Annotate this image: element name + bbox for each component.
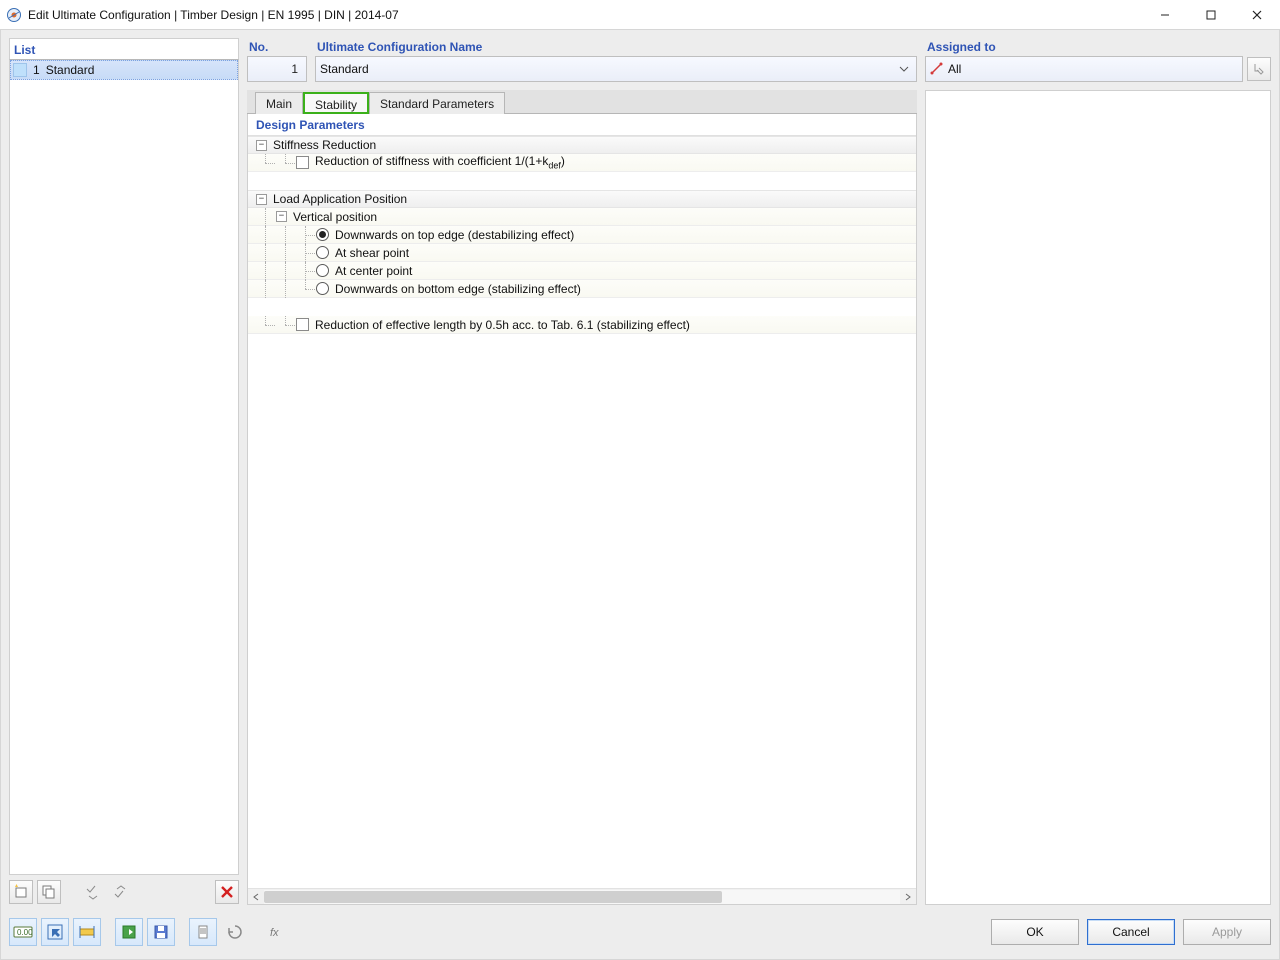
list-item[interactable]: 1 Standard: [10, 60, 238, 80]
scroll-right-icon[interactable]: [900, 889, 916, 905]
checkbox-reduce-length[interactable]: [296, 318, 309, 331]
assigned-icon: [930, 62, 944, 76]
reduce-length-checkbox-row[interactable]: Reduction of effective length by 0.5h ac…: [248, 316, 916, 334]
config-name-value: Standard: [320, 62, 369, 76]
maximize-button[interactable]: [1188, 0, 1234, 30]
no-label: No.: [247, 38, 307, 56]
reset-button[interactable]: [221, 918, 249, 946]
chevron-down-icon: [896, 61, 912, 77]
radio-row-top-edge[interactable]: Downwards on top edge (destabilizing eff…: [248, 226, 916, 244]
list-item-name: Standard: [46, 63, 95, 77]
collapse-icon[interactable]: −: [276, 211, 287, 222]
formula-button[interactable]: fx: [263, 918, 291, 946]
tab-main[interactable]: Main: [255, 92, 303, 114]
report-button[interactable]: [189, 918, 217, 946]
minimize-button[interactable]: [1142, 0, 1188, 30]
radio-row-center-point[interactable]: At center point: [248, 262, 916, 280]
tab-standard-parameters[interactable]: Standard Parameters: [369, 92, 505, 114]
window-title: Edit Ultimate Configuration | Timber Des…: [28, 8, 399, 22]
no-field[interactable]: 1: [247, 56, 307, 82]
apply-button[interactable]: Apply: [1183, 919, 1271, 945]
radio-row-bottom-edge[interactable]: Downwards on bottom edge (stabilizing ef…: [248, 280, 916, 298]
tabstrip: Main Stability Standard Parameters: [247, 90, 917, 114]
ok-button[interactable]: OK: [991, 919, 1079, 945]
assigned-to-label: Assigned to: [925, 38, 1271, 56]
parameters-tree: − Stiffness Reduction Reduction of stiff…: [248, 136, 916, 888]
copy-button[interactable]: [37, 880, 61, 904]
list-panel: List 1 Standard: [9, 38, 239, 905]
assigned-pick-button[interactable]: [1247, 57, 1271, 81]
radio-center-point[interactable]: [316, 264, 329, 277]
list-toolbar: [9, 879, 239, 905]
app-icon: [6, 7, 22, 23]
members-button[interactable]: [73, 918, 101, 946]
parameters-frame: Design Parameters − Stiffness Reduction: [247, 114, 917, 905]
check-down-button[interactable]: [81, 880, 105, 904]
list-header: List: [9, 38, 239, 60]
close-button[interactable]: [1234, 0, 1280, 30]
assigned-to-field[interactable]: All: [925, 56, 1243, 82]
list-item-no: 1: [33, 63, 40, 77]
load-application-section[interactable]: − Load Application Position: [248, 190, 916, 208]
delete-button[interactable]: [215, 880, 239, 904]
save-button[interactable]: [147, 918, 175, 946]
title-bar: Edit Ultimate Configuration | Timber Des…: [0, 0, 1280, 30]
assigned-to-value: All: [948, 62, 961, 76]
cancel-button[interactable]: Cancel: [1087, 919, 1175, 945]
checkbox-stiffness-reduction[interactable]: [296, 156, 309, 169]
svg-text:0.00: 0.00: [17, 928, 33, 937]
bottom-toolbar: 0.00 fx OK Cancel Apply: [9, 913, 1271, 951]
collapse-icon[interactable]: −: [256, 140, 267, 151]
vertical-position-group[interactable]: − Vertical position: [248, 208, 916, 226]
units-button[interactable]: 0.00: [9, 918, 37, 946]
design-parameters-heading: Design Parameters: [248, 114, 916, 136]
radio-row-shear-point[interactable]: At shear point: [248, 244, 916, 262]
select-button[interactable]: [41, 918, 69, 946]
list-item-color-chip: [13, 63, 27, 77]
preview-panel: [925, 90, 1271, 905]
stiffness-reduction-section[interactable]: − Stiffness Reduction: [248, 136, 916, 154]
radio-shear-point[interactable]: [316, 246, 329, 259]
scroll-left-icon[interactable]: [248, 889, 264, 905]
collapse-icon[interactable]: −: [256, 194, 267, 205]
check-up-button[interactable]: [109, 880, 133, 904]
config-name-combo[interactable]: Standard: [315, 56, 917, 82]
export-button[interactable]: [115, 918, 143, 946]
config-name-label: Ultimate Configuration Name: [315, 38, 917, 56]
new-button[interactable]: [9, 880, 33, 904]
stiffness-reduction-checkbox-row[interactable]: Reduction of stiffness with coefficient …: [248, 154, 916, 172]
scrollbar-thumb[interactable]: [264, 891, 722, 903]
radio-downwards-top[interactable]: [316, 228, 329, 241]
radio-downwards-bottom[interactable]: [316, 282, 329, 295]
horizontal-scrollbar[interactable]: [248, 888, 916, 904]
tab-stability[interactable]: Stability: [303, 92, 369, 114]
svg-text:fx: fx: [270, 927, 279, 939]
